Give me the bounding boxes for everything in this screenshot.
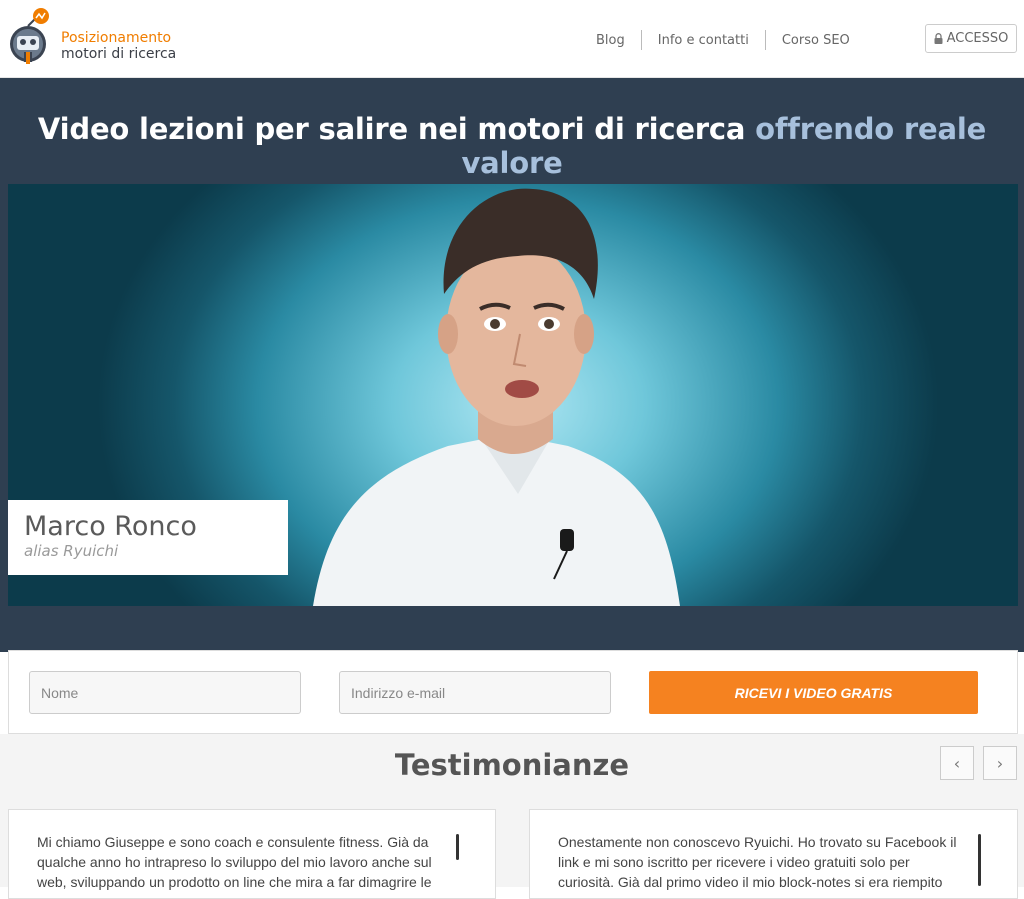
carousel-next-button[interactable]: › bbox=[983, 746, 1017, 780]
scrollbar-thumb[interactable] bbox=[978, 834, 981, 886]
presenter-name: Marco Ronco bbox=[24, 511, 197, 542]
logo-line-1: Posizionamento bbox=[61, 30, 172, 46]
email-input[interactable] bbox=[339, 671, 611, 714]
nav-corso-seo[interactable]: Corso SEO bbox=[782, 33, 850, 48]
presenter-alias: alias Ryuichi bbox=[24, 542, 119, 560]
get-free-videos-button[interactable]: RICEVI I VIDEO GRATIS bbox=[649, 671, 978, 714]
testimonial-card: Mi chiamo Giuseppe e sono coach e consul… bbox=[8, 809, 496, 899]
scrollbar-thumb[interactable] bbox=[456, 834, 459, 860]
hero-title-main: Video lezioni per salire nei motori di r… bbox=[37, 112, 746, 146]
nav-info-contatti[interactable]: Info e contatti bbox=[658, 33, 749, 48]
main-nav: Blog Info e contatti Corso SEO bbox=[580, 30, 866, 50]
logo-text[interactable]: Posizionamento motori di ricerca bbox=[61, 30, 176, 62]
testimonial-card: Onestamente non conoscevo Ryuichi. Ho tr… bbox=[529, 809, 1018, 899]
logo-line-2: motori di ricerca bbox=[61, 46, 177, 62]
testimonial-text: Onestamente non conoscevo Ryuichi. Ho tr… bbox=[558, 834, 957, 890]
carousel-prev-button[interactable]: ‹ bbox=[940, 746, 974, 780]
name-input[interactable] bbox=[29, 671, 301, 714]
lock-icon bbox=[934, 33, 943, 44]
testimonials-title: Testimonianze bbox=[394, 748, 630, 782]
access-label: ACCESSO bbox=[946, 31, 1009, 46]
access-button[interactable]: ACCESSO bbox=[925, 24, 1017, 53]
hero-title: Video lezioni per salire nei motori di r… bbox=[0, 112, 1024, 180]
testimonial-text: Mi chiamo Giuseppe e sono coach e consul… bbox=[37, 834, 432, 890]
signup-form: RICEVI I VIDEO GRATIS bbox=[8, 650, 1018, 734]
nav-blog[interactable]: Blog bbox=[596, 33, 625, 48]
testimonials-section: Testimonianze ‹ › Mi chiamo Giuseppe e s… bbox=[0, 734, 1024, 899]
site-header: Posizionamento motori di ricerca Blog In… bbox=[0, 0, 1024, 78]
presenter-name-card: Marco Ronco alias Ryuichi bbox=[8, 500, 288, 575]
robot-logo-icon[interactable] bbox=[6, 6, 54, 66]
